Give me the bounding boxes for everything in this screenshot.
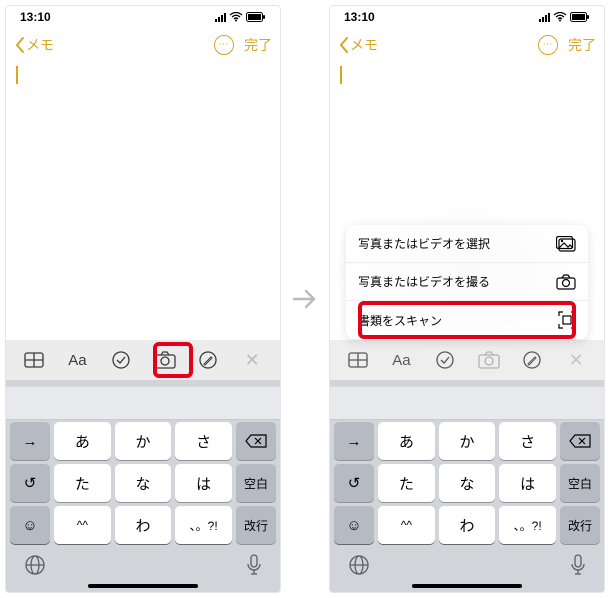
key-na[interactable]: な: [439, 464, 496, 502]
arrow-between: [285, 282, 325, 316]
mic-icon[interactable]: [246, 554, 262, 576]
status-right: [215, 12, 266, 22]
suggestion-row[interactable]: [330, 386, 604, 420]
home-indicator: [88, 584, 198, 588]
key-undo[interactable]: ↺: [10, 464, 50, 502]
key-arrow[interactable]: →: [334, 422, 374, 460]
battery-icon: [246, 12, 266, 22]
suggestion-row[interactable]: [6, 386, 280, 420]
key-space[interactable]: 空白: [236, 464, 276, 502]
back-label: メモ: [26, 35, 54, 55]
camera-popup: 写真またはビデオを選択 写真またはビデオを撮る 書類をスキャン: [346, 225, 588, 340]
key-arrow[interactable]: →: [10, 422, 50, 460]
key-undo[interactable]: ↺: [334, 464, 374, 502]
status-time: 13:10: [344, 10, 375, 24]
key-emoji[interactable]: ☺: [10, 506, 50, 544]
phone-left: 13:10 メモ ⋯ 完了 Aa ✕ →: [5, 5, 281, 593]
globe-icon[interactable]: [24, 554, 46, 576]
done-button[interactable]: 完了: [244, 35, 272, 55]
status-bar: 13:10: [330, 6, 604, 28]
key-komoji[interactable]: ^^: [54, 506, 111, 544]
key-ka[interactable]: か: [115, 422, 172, 460]
key-ha[interactable]: は: [175, 464, 232, 502]
battery-icon: [570, 12, 590, 22]
popup-scan-document[interactable]: 書類をスキャン: [346, 301, 588, 340]
wifi-icon: [553, 12, 567, 22]
key-a[interactable]: あ: [54, 422, 111, 460]
key-sa[interactable]: さ: [175, 422, 232, 460]
key-wa[interactable]: わ: [439, 506, 496, 544]
keyboard: → あ か さ ↺ た な は 空白 ABC ま や ら 改行 ☺ ^^ わ 、…: [330, 380, 604, 592]
key-delete[interactable]: [236, 422, 276, 460]
globe-icon[interactable]: [348, 554, 370, 576]
key-ka[interactable]: か: [439, 422, 496, 460]
key-delete[interactable]: [560, 422, 600, 460]
signal-icon: [215, 13, 226, 22]
popup-item-label: 書類をスキャン: [358, 312, 442, 329]
wifi-icon: [229, 12, 243, 22]
text-format-button[interactable]: Aa: [63, 352, 91, 369]
more-button[interactable]: ⋯: [538, 35, 558, 55]
key-wa[interactable]: わ: [115, 506, 172, 544]
mic-icon[interactable]: [570, 554, 586, 576]
back-label: メモ: [350, 35, 378, 55]
markup-icon[interactable]: [194, 350, 222, 370]
nav-bar: メモ ⋯ 完了: [6, 28, 280, 62]
key-punct[interactable]: 、。?!: [499, 506, 556, 544]
status-right: [539, 12, 590, 22]
popup-item-label: 写真またはビデオを撮る: [358, 273, 490, 290]
key-ta[interactable]: た: [378, 464, 435, 502]
key-emoji[interactable]: ☺: [334, 506, 374, 544]
home-indicator: [412, 584, 522, 588]
text-cursor: [16, 66, 18, 84]
key-sa[interactable]: さ: [499, 422, 556, 460]
keyboard-bottom: [6, 546, 280, 582]
text-cursor: [340, 66, 342, 84]
key-ta[interactable]: た: [54, 464, 111, 502]
key-na[interactable]: な: [115, 464, 172, 502]
nav-bar: メモ ⋯ 完了: [330, 28, 604, 62]
back-button[interactable]: メモ: [14, 35, 54, 55]
table-icon[interactable]: [20, 352, 48, 368]
status-bar: 13:10: [6, 6, 280, 28]
key-punct[interactable]: 、。?!: [175, 506, 232, 544]
keyboard-bottom: [330, 546, 604, 582]
chevron-left-icon: [338, 36, 350, 54]
checklist-icon[interactable]: [107, 350, 135, 370]
photo-library-icon: [556, 236, 576, 252]
chevron-left-icon: [14, 36, 26, 54]
key-a[interactable]: あ: [378, 422, 435, 460]
camera-icon: [556, 274, 576, 290]
camera-button[interactable]: [151, 351, 179, 369]
popup-item-label: 写真またはビデオを選択: [358, 235, 490, 252]
popup-choose-photo[interactable]: 写真またはビデオを選択: [346, 225, 588, 263]
close-button[interactable]: ✕: [238, 350, 266, 371]
back-button[interactable]: メモ: [338, 35, 378, 55]
key-komoji[interactable]: ^^: [378, 506, 435, 544]
phone-right: 13:10 メモ ⋯ 完了 写真またはビデオを選択 写真またはビデオを撮る: [329, 5, 605, 593]
status-time: 13:10: [20, 10, 51, 24]
popup-take-photo[interactable]: 写真またはビデオを撮る: [346, 263, 588, 301]
format-bar: Aa ✕: [6, 340, 280, 380]
scan-icon: [558, 311, 576, 329]
key-ha[interactable]: は: [499, 464, 556, 502]
more-button[interactable]: ⋯: [214, 35, 234, 55]
signal-icon: [539, 13, 550, 22]
note-content[interactable]: [6, 62, 280, 340]
done-button[interactable]: 完了: [568, 35, 596, 55]
keyboard: → あ か さ ↺ た な は 空白 ABC ま や ら 改行 ☺ ^^ わ 、…: [6, 380, 280, 592]
key-space[interactable]: 空白: [560, 464, 600, 502]
note-content[interactable]: 写真またはビデオを選択 写真またはビデオを撮る 書類をスキャン: [330, 62, 604, 340]
